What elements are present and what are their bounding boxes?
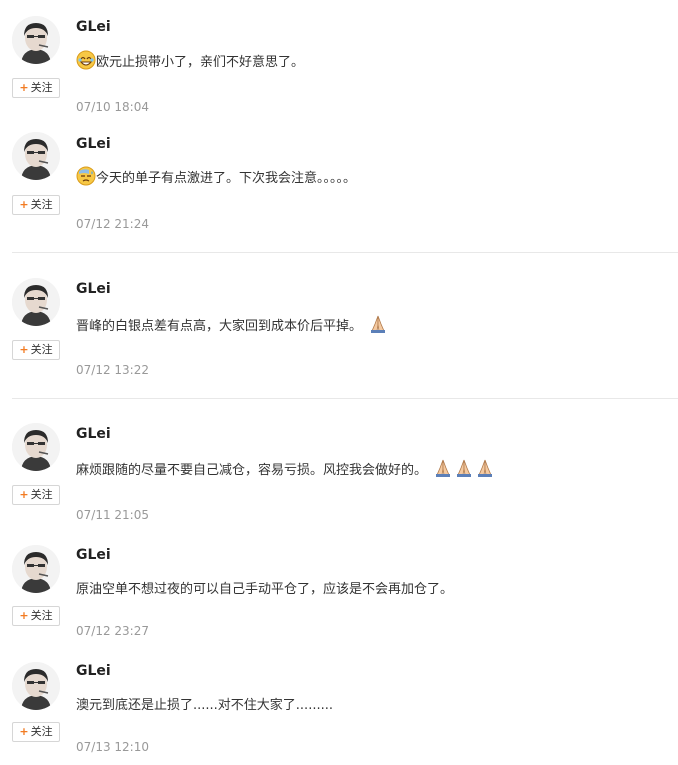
pray-icon [433,458,453,478]
post-text: 澳元到底还是止损了......对不住大家了......... [76,698,333,713]
avatar[interactable] [12,545,60,593]
post-time: 07/12 23:27 [76,624,149,638]
post-time: 07/12 13:22 [76,363,149,377]
plus-icon: + [19,725,29,738]
user-avatar-icon [12,16,60,64]
author-name[interactable]: GLei [76,281,111,297]
plus-icon: + [19,488,29,501]
divider [12,252,678,253]
avatar[interactable] [12,278,60,326]
user-avatar-icon [12,278,60,326]
post-text: 晋峰的白银点差有点高，大家回到成本价后平掉。 [76,314,389,334]
plus-icon: + [19,81,29,94]
follow-button[interactable]: + 关注 [12,722,60,742]
author-name[interactable]: GLei [76,547,111,563]
post-time: 07/11 21:05 [76,508,149,522]
follow-button[interactable]: + 关注 [12,485,60,505]
post-time: 07/13 12:10 [76,740,149,754]
user-avatar-icon [12,545,60,593]
user-avatar-icon [12,423,60,471]
author-name[interactable]: GLei [76,426,111,442]
follow-button[interactable]: + 关注 [12,606,60,626]
user-avatar-icon [12,132,60,180]
follow-button[interactable]: + 关注 [12,78,60,98]
post-text: 原油空单不想过夜的可以自己手动平仓了，应该是不会再加仓了。 [76,582,454,597]
divider [12,398,678,399]
user-avatar-icon [12,662,60,710]
pray-icon [368,314,388,334]
follow-button[interactable]: + 关注 [12,195,60,215]
sweat-face-icon [76,166,96,186]
post-time: 07/12 21:24 [76,217,149,231]
laugh-sweat-icon [76,50,96,70]
follow-button[interactable]: + 关注 [12,340,60,360]
plus-icon: + [19,343,29,356]
plus-icon: + [19,609,29,622]
plus-icon: + [19,198,29,211]
post-time: 07/10 18:04 [76,100,149,114]
pray-icon [454,458,474,478]
pray-icon [475,458,495,478]
author-name[interactable]: GLei [76,19,111,35]
avatar[interactable] [12,423,60,471]
author-name[interactable]: GLei [76,136,111,152]
avatar[interactable] [12,662,60,710]
post-text: 今天的单子有点激进了。下次我会注意。。。。。 [76,166,356,186]
post-text: 麻烦跟随的尽量不要自己减仓，容易亏损。风控我会做好的。 [76,458,496,478]
avatar[interactable] [12,132,60,180]
author-name[interactable]: GLei [76,663,111,679]
avatar[interactable] [12,16,60,64]
post-text: 欧元止损带小了，亲们不好意思了。 [76,50,304,70]
